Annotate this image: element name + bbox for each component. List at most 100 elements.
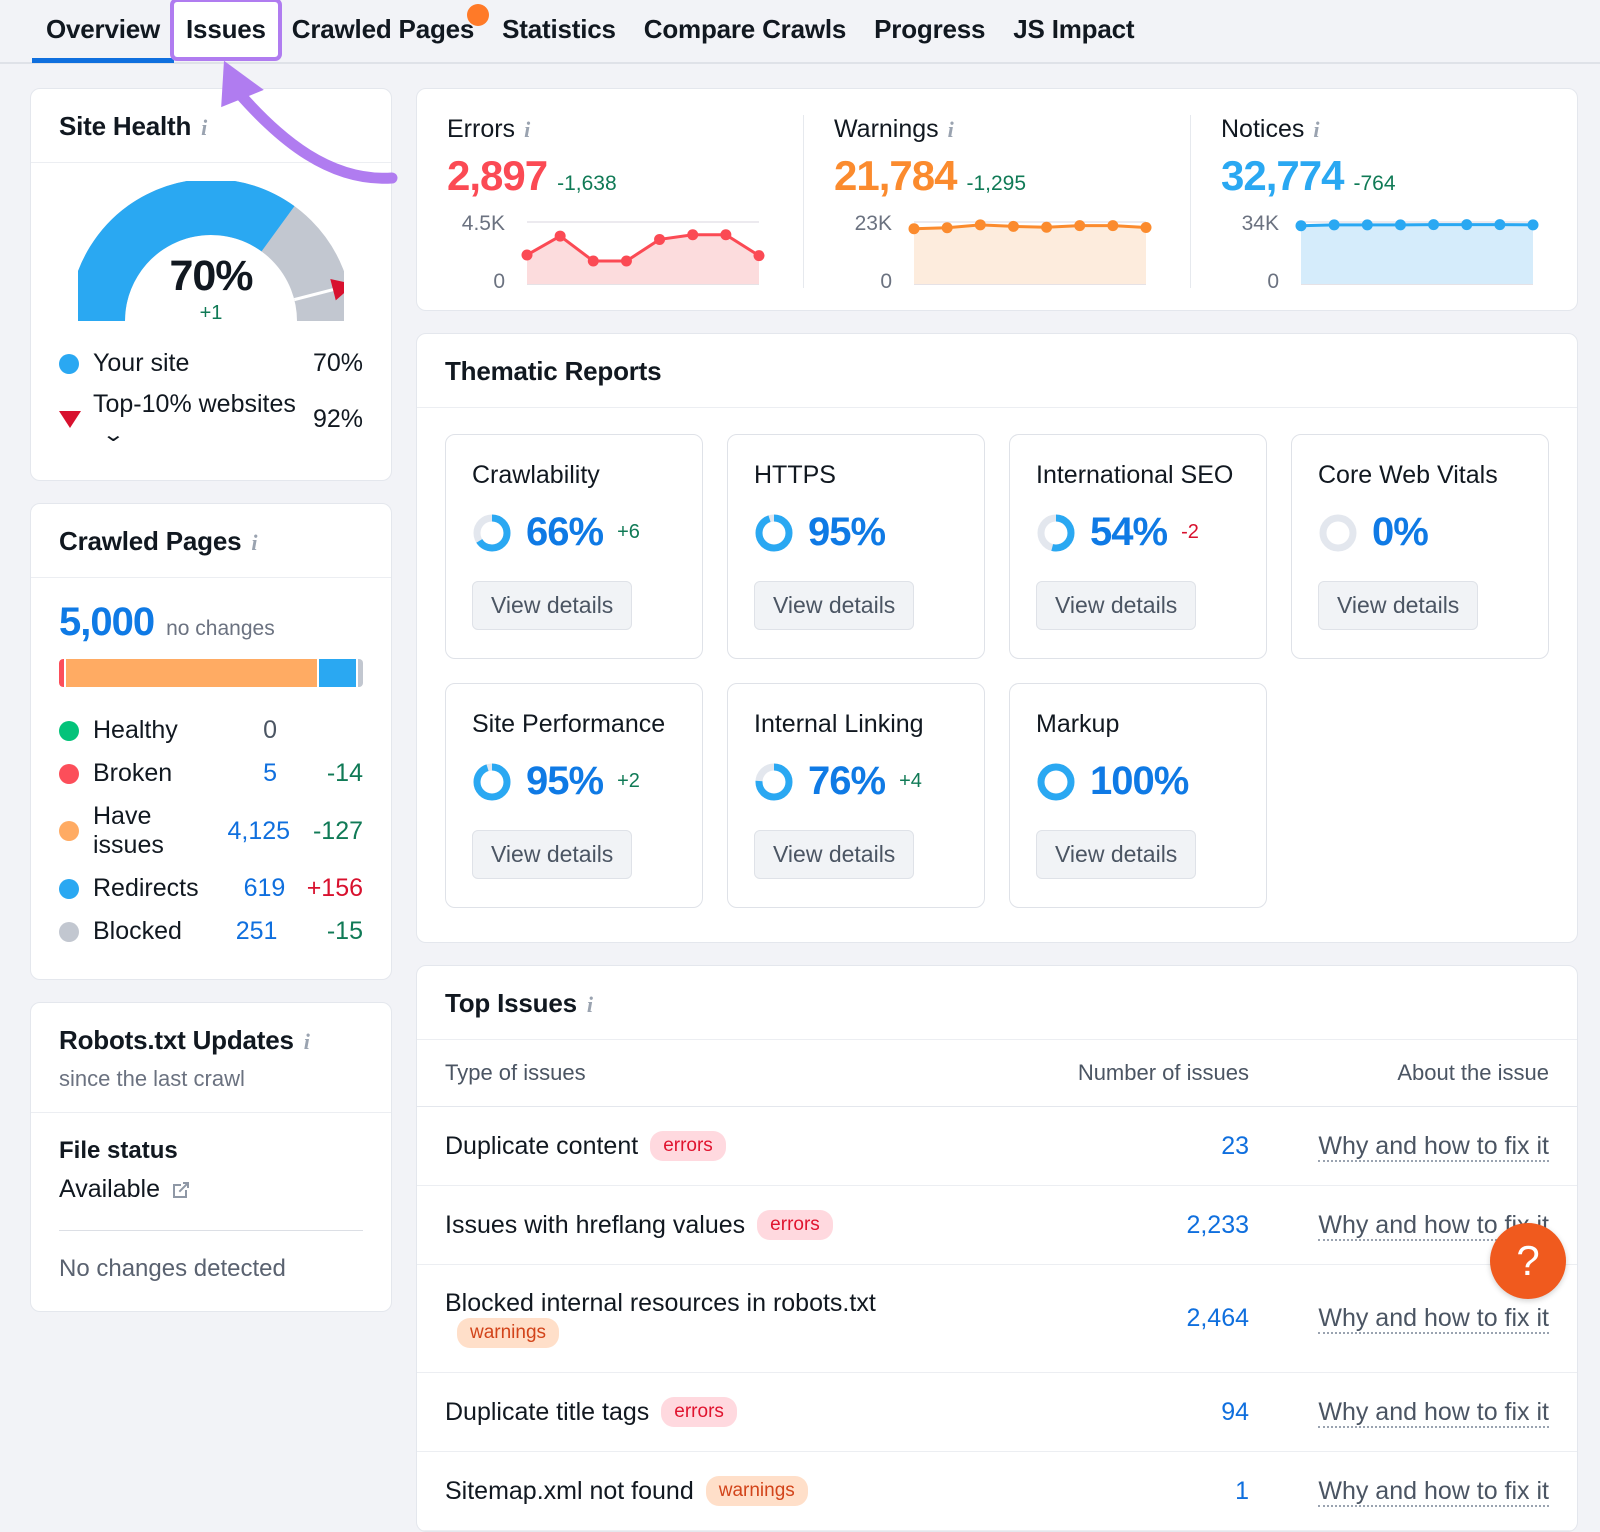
- left-column: Site Health i 70%: [30, 88, 392, 1312]
- robots-header: Robots.txt Updates i: [31, 1003, 391, 1066]
- row-count[interactable]: 0: [181, 716, 277, 745]
- status-badge: errors: [661, 1397, 737, 1427]
- sparkline-axis: 4.5K0: [447, 216, 513, 288]
- view-details-button[interactable]: View details: [472, 581, 632, 630]
- crawled-pages-row[interactable]: Redirects619+156: [59, 867, 363, 910]
- metric-head: Warnings i: [834, 115, 1160, 144]
- robots-body: File status Available No changes detecte…: [31, 1113, 391, 1311]
- axis-min-label: 0: [1267, 270, 1279, 294]
- thematic-card-percent: 76%: [808, 759, 885, 804]
- thematic-card-internal-linking: Internal Linking76%+4View details: [727, 683, 985, 908]
- row-count[interactable]: 5: [181, 759, 277, 788]
- view-details-button[interactable]: View details: [1036, 581, 1196, 630]
- metric-notices: Noticesi32,774-76434K0: [1191, 115, 1577, 288]
- info-icon[interactable]: i: [304, 1029, 310, 1055]
- sparkline-svg: [1287, 216, 1547, 288]
- why-and-how-to-fix-link[interactable]: Why and how to fix it: [1318, 1132, 1549, 1162]
- metric-value: 32,774: [1221, 152, 1343, 200]
- progress-donut-icon: [1318, 513, 1358, 553]
- crawled-pages-row[interactable]: Healthy0: [59, 709, 363, 752]
- crawled-pages-row[interactable]: Blocked251-15: [59, 910, 363, 953]
- tab-issues[interactable]: Issues: [174, 2, 278, 57]
- site-health-legend: Your site70%Top-10% websites⌄92%: [31, 337, 391, 480]
- row-label: Have issues: [93, 802, 209, 860]
- tab-label: Crawled Pages: [292, 14, 474, 44]
- chevron-down-icon[interactable]: ⌄: [102, 422, 125, 447]
- view-details-button[interactable]: View details: [472, 830, 632, 879]
- thematic-card-name: International SEO: [1036, 461, 1240, 490]
- tab-label: Overview: [46, 14, 160, 44]
- issue-count-cell[interactable]: 2,233: [947, 1186, 1277, 1265]
- issue-count-cell[interactable]: 1: [947, 1452, 1277, 1531]
- metric-value: 21,784: [834, 152, 956, 200]
- issue-type-cell: Duplicate contenterrors: [417, 1107, 947, 1186]
- row-change: -14: [277, 759, 363, 788]
- view-details-button[interactable]: View details: [754, 581, 914, 630]
- robots-title: Robots.txt Updates: [59, 1025, 294, 1056]
- table-row: Duplicate contenterrors23 Why and how to …: [417, 1107, 1577, 1186]
- stacked-bar-segment: [66, 659, 317, 687]
- metric-name: Warnings: [834, 115, 939, 144]
- robots-txt-card: Robots.txt Updates i since the last craw…: [30, 1002, 392, 1312]
- issue-about-cell: Why and how to fix it: [1277, 1107, 1577, 1186]
- tab-crawled-pages[interactable]: Crawled Pages: [278, 0, 488, 61]
- tab-js-impact[interactable]: JS Impact: [999, 0, 1148, 61]
- site-health-legend-row[interactable]: Top-10% websites⌄92%: [59, 384, 363, 454]
- thematic-card-https: HTTPS95%View details: [727, 434, 985, 659]
- row-label: Broken: [93, 759, 181, 788]
- view-details-button[interactable]: View details: [1036, 830, 1196, 879]
- metric-errors: Errorsi2,897-1,6384.5K0: [417, 115, 804, 288]
- stacked-bar-segment: [59, 659, 64, 687]
- external-link-icon[interactable]: [170, 1179, 192, 1201]
- issue-type-cell: Sitemap.xml not foundwarnings: [417, 1452, 947, 1531]
- stacked-bar-segment: [358, 659, 363, 687]
- row-count[interactable]: 251: [182, 917, 278, 946]
- axis-max-label: 34K: [1242, 212, 1279, 236]
- metric-sparkline: 34K0: [1221, 216, 1547, 288]
- axis-min-label: 0: [880, 270, 892, 294]
- why-and-how-to-fix-link[interactable]: Why and how to fix it: [1318, 1304, 1549, 1334]
- crawled-pages-count: 5,000: [59, 600, 154, 645]
- progress-donut-icon: [754, 513, 794, 553]
- row-label: Blocked: [93, 917, 182, 946]
- thematic-card-name: Core Web Vitals: [1318, 461, 1522, 490]
- crawled-pages-row[interactable]: Have issues4,125-127: [59, 795, 363, 867]
- top-issues-card: Top Issues i Type of issuesNumber of iss…: [416, 965, 1578, 1532]
- sparkline-axis: 34K0: [1221, 216, 1287, 288]
- info-icon[interactable]: i: [251, 530, 257, 556]
- info-icon[interactable]: i: [948, 117, 954, 143]
- progress-donut-icon: [472, 762, 512, 802]
- tab-statistics[interactable]: Statistics: [488, 0, 630, 61]
- view-details-button[interactable]: View details: [1318, 581, 1478, 630]
- tab-label: Statistics: [502, 14, 616, 44]
- robots-subtitle: since the last crawl: [31, 1066, 391, 1113]
- tab-compare-crawls[interactable]: Compare Crawls: [630, 0, 860, 61]
- row-count[interactable]: 4,125: [209, 817, 290, 846]
- tab-overview[interactable]: Overview: [32, 0, 174, 61]
- view-details-button[interactable]: View details: [754, 830, 914, 879]
- legend-label: Your site: [93, 349, 313, 378]
- issue-count-cell[interactable]: 23: [947, 1107, 1277, 1186]
- row-count[interactable]: 619: [199, 874, 286, 903]
- help-button[interactable]: ?: [1490, 1223, 1566, 1299]
- why-and-how-to-fix-link[interactable]: Why and how to fix it: [1318, 1398, 1549, 1428]
- tab-progress[interactable]: Progress: [860, 0, 999, 61]
- issue-count-cell[interactable]: 2,464: [947, 1265, 1277, 1373]
- top-issues-title: Top Issues: [445, 988, 577, 1019]
- row-change: +156: [285, 874, 363, 903]
- info-icon[interactable]: i: [524, 117, 530, 143]
- why-and-how-to-fix-link[interactable]: Why and how to fix it: [1318, 1477, 1549, 1507]
- thematic-card-score: 95%: [754, 510, 958, 555]
- info-icon[interactable]: i: [1313, 117, 1319, 143]
- issue-type-cell: Duplicate title tagserrors: [417, 1373, 947, 1452]
- crawled-pages-row[interactable]: Broken5-14: [59, 752, 363, 795]
- metric-name: Notices: [1221, 115, 1304, 144]
- stacked-bar-segment: [319, 659, 357, 687]
- crawled-pages-header: Crawled Pages i: [31, 504, 391, 578]
- metric-value-row: 21,784-1,295: [834, 152, 1160, 200]
- thematic-reports-card: Thematic Reports Crawlability66%+6View d…: [416, 333, 1578, 943]
- info-icon[interactable]: i: [201, 115, 207, 141]
- site-health-header: Site Health i: [31, 89, 391, 163]
- info-icon[interactable]: i: [587, 992, 593, 1018]
- issue-count-cell[interactable]: 94: [947, 1373, 1277, 1452]
